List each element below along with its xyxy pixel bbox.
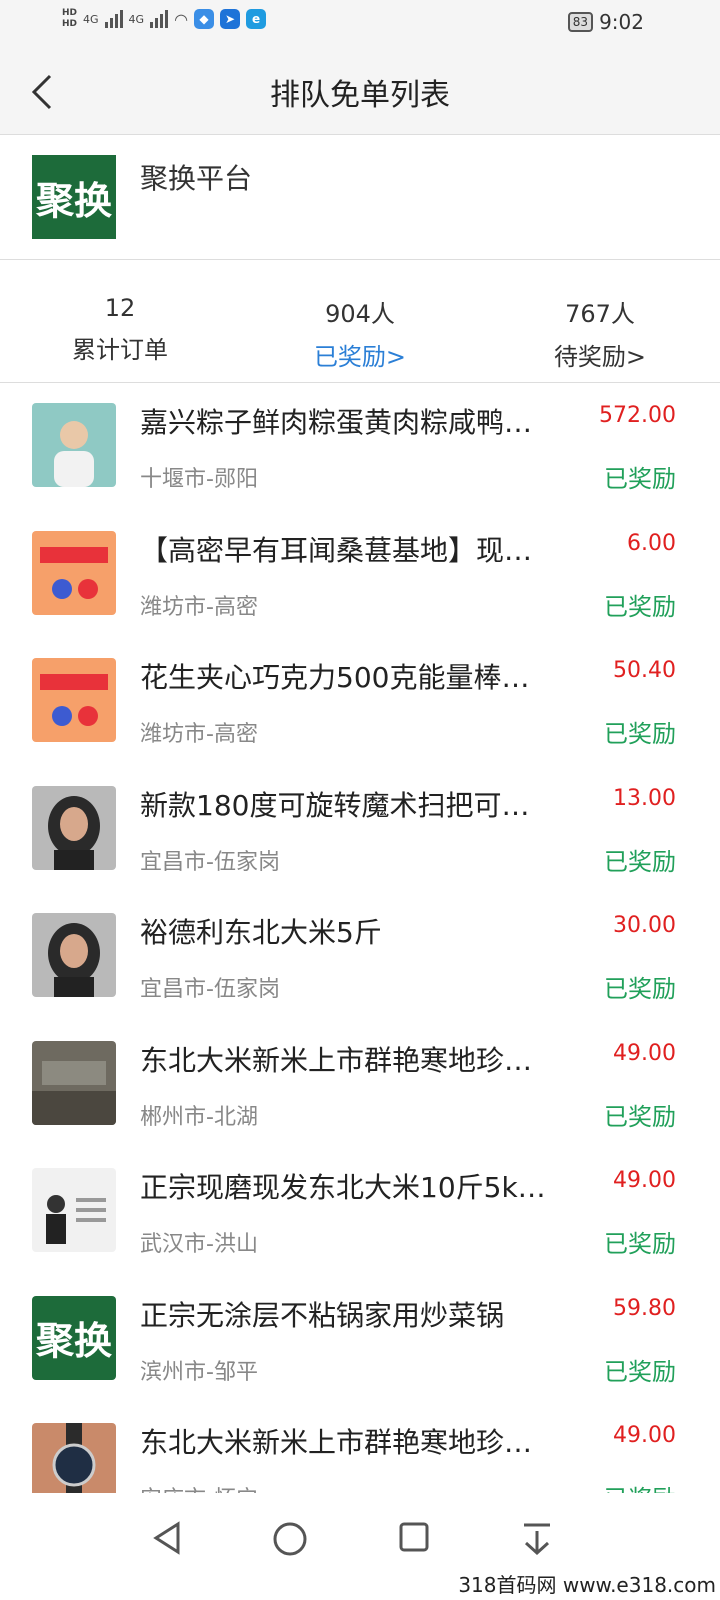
- product-title: 嘉兴粽子鲜肉粽蛋黄肉粽咸鸭…: [140, 406, 533, 439]
- product-thumbnail[interactable]: [32, 658, 116, 742]
- shop-logo: 聚换: [32, 155, 116, 239]
- stat-rewarded[interactable]: 904人 已奖励>: [240, 260, 480, 382]
- order-list-item[interactable]: 裕德利东北大米5斤宜昌市-伍家岗 30.00 已奖励: [0, 893, 720, 1021]
- stat-pending[interactable]: 767人 待奖励>: [480, 260, 720, 382]
- buyer-location: 郴州市-北湖: [140, 1104, 258, 1130]
- order-list-item[interactable]: 东北大米新米上市群艳寒地珍… 安庆市-怀宁 49.00 已奖励: [0, 1403, 720, 1493]
- product-title: 东北大米新米上市群艳寒地珍…: [140, 1426, 533, 1459]
- watermark: 318首码网 www.e318.com: [458, 1573, 716, 1597]
- order-price: 49.00: [613, 1423, 676, 1448]
- order-list-item[interactable]: 花生夹心巧克力500克能量棒… 潍坊市-高密 50.40 已奖励: [0, 638, 720, 766]
- buyer-location: 潍坊市-高密: [140, 594, 258, 620]
- order-price: 49.00: [613, 1040, 676, 1066]
- network-type-1: 4G: [83, 12, 99, 26]
- reward-status: 已奖励: [604, 1479, 676, 1493]
- product-title: 花生夹心巧克力500克能量棒…: [140, 661, 530, 694]
- shop-name: 聚换平台: [140, 162, 253, 195]
- product-thumbnail[interactable]: [32, 785, 116, 870]
- notification-pull-icon[interactable]: [520, 1521, 554, 1566]
- reward-status: 已奖励: [604, 1357, 676, 1386]
- reward-status: 已奖励: [604, 1230, 676, 1258]
- reward-status: 已奖励: [604, 975, 676, 1003]
- buyer-location: 安庆市-怀宁: [140, 1481, 258, 1493]
- top-nav: 排队免单列表: [0, 48, 720, 135]
- order-price: 49.00: [613, 1168, 676, 1193]
- order-price: 6.00: [627, 530, 676, 556]
- stat-link-rewarded[interactable]: 已奖励>: [240, 337, 480, 372]
- hd-badge-2: HD: [62, 19, 78, 29]
- browser-app-icon: e: [246, 9, 267, 29]
- hd-badges: HD HD: [62, 8, 77, 30]
- product-thumbnail[interactable]: [32, 1040, 116, 1125]
- product-thumbnail[interactable]: [32, 913, 116, 997]
- buyer-location: 宜昌市-伍家岗: [140, 849, 280, 875]
- stat-value: 767人: [565, 300, 635, 328]
- reward-status: 已奖励: [604, 592, 676, 621]
- order-price: 30.00: [613, 913, 676, 938]
- product-title: 新款180度可旋转魔术扫把可…: [140, 788, 530, 822]
- reward-status: 已奖励: [604, 847, 676, 876]
- signal-icon: [150, 10, 169, 28]
- order-price: 50.40: [613, 658, 676, 683]
- product-title: 东北大米新米上市群艳寒地珍…: [140, 1043, 533, 1077]
- stat-value: 904人: [325, 300, 395, 328]
- shop-logo-thumb: 聚换: [32, 1295, 116, 1380]
- stat-label: 累计订单: [72, 336, 168, 364]
- product-thumbnail[interactable]: 聚换: [32, 1295, 116, 1380]
- clock: 9:02: [599, 10, 644, 34]
- order-price: 13.00: [613, 785, 676, 811]
- order-list-item[interactable]: 正宗现磨现发东北大米10斤5k… 武汉市-洪山 49.00 已奖励: [0, 1148, 720, 1276]
- send-app-icon: ➤: [220, 9, 241, 29]
- product-thumbnail[interactable]: [32, 1423, 116, 1493]
- order-list-item[interactable]: 【高密早有耳闻桑葚基地】现… 潍坊市-高密 6.00 已奖励: [0, 511, 720, 639]
- shop-header: 聚换 聚换平台: [0, 135, 720, 260]
- order-list-item[interactable]: 聚换 正宗无涂层不粘锅家用炒菜锅滨州市-邹平 59.80 已奖励: [0, 1276, 720, 1404]
- order-list-item[interactable]: 东北大米新米上市群艳寒地珍… 郴州市-北湖 49.00 已奖励: [0, 1021, 720, 1149]
- reward-status: 已奖励: [604, 1102, 676, 1131]
- buyer-location: 十堰市-郧阳: [140, 467, 258, 492]
- signal-icon: [104, 10, 123, 28]
- hd-badge-1: HD: [62, 8, 78, 18]
- home-circle-icon[interactable]: [272, 1521, 308, 1566]
- buyer-location: 滨州市-邹平: [140, 1359, 258, 1385]
- buyer-location: 宜昌市-伍家岗: [140, 977, 280, 1002]
- buyer-location: 潍坊市-高密: [140, 722, 258, 747]
- dropbox-app-icon: ◆: [194, 9, 215, 29]
- stat-total-orders: 12 累计订单: [0, 260, 240, 382]
- status-bar: HD HD 4G 4G ◠ ◆ ➤ e 83 9:02: [0, 0, 720, 48]
- product-title: 【高密早有耳闻桑葚基地】现…: [140, 533, 533, 567]
- stat-value: 12: [104, 294, 136, 322]
- battery-icon: 83: [567, 12, 594, 32]
- product-title: 正宗现磨现发东北大米10斤5k…: [140, 1171, 546, 1204]
- product-thumbnail[interactable]: [32, 1168, 116, 1252]
- product-title: 正宗无涂层不粘锅家用炒菜锅: [140, 1298, 505, 1332]
- product-thumbnail[interactable]: [32, 403, 116, 487]
- order-list[interactable]: 嘉兴粽子鲜肉粽蛋黄肉粽咸鸭… 十堰市-郧阳 572.00 已奖励 【高密早有耳闻桑葚基地…: [0, 383, 720, 1493]
- order-list-item[interactable]: 嘉兴粽子鲜肉粽蛋黄肉粽咸鸭… 十堰市-郧阳 572.00 已奖励: [0, 383, 720, 511]
- product-thumbnail[interactable]: [32, 530, 116, 615]
- stats-row: 12 累计订单 904人 已奖励> 767人 待奖励>: [0, 260, 720, 383]
- network-type-2: 4G: [128, 12, 145, 26]
- status-right: 83 9:02: [567, 10, 644, 34]
- system-nav-bar: 318首码网 www.e318.com: [0, 1493, 720, 1600]
- reward-status: 已奖励: [604, 720, 676, 748]
- status-left: HD HD 4G 4G ◠ ◆ ➤ e: [62, 8, 267, 30]
- order-price: 59.80: [613, 1295, 676, 1321]
- reward-status: 已奖励: [604, 465, 676, 493]
- order-list-item[interactable]: 新款180度可旋转魔术扫把可… 宜昌市-伍家岗 13.00 已奖励: [0, 766, 720, 894]
- wifi-icon: ◠: [174, 9, 189, 29]
- back-triangle-icon[interactable]: [150, 1521, 184, 1564]
- stat-link-pending[interactable]: 待奖励>: [480, 337, 720, 372]
- product-title: 裕德利东北大米5斤: [140, 916, 382, 949]
- order-price: 572.00: [599, 403, 676, 428]
- buyer-location: 武汉市-洪山: [140, 1232, 258, 1257]
- recents-square-icon[interactable]: [398, 1521, 430, 1562]
- page-title: 排队免单列表: [270, 78, 450, 113]
